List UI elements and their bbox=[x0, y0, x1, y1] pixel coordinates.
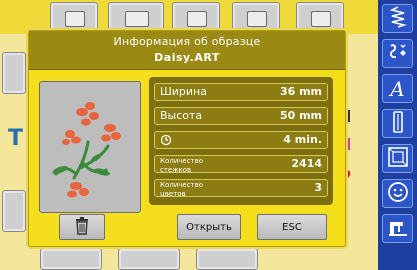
open-button[interactable]: Открыть bbox=[177, 214, 241, 240]
open-button-label: Открыть bbox=[186, 221, 232, 233]
clock-icon bbox=[160, 134, 172, 149]
bg-tile-left[interactable] bbox=[2, 52, 26, 94]
colors-value: 3 bbox=[314, 181, 322, 194]
bg-tile-bottom-3[interactable] bbox=[196, 248, 258, 270]
bg-letter: T bbox=[8, 126, 24, 151]
colors-label-line-1: Количество bbox=[160, 181, 204, 189]
trash-icon bbox=[74, 216, 90, 238]
width-value: 36 mm bbox=[279, 85, 322, 98]
right-sidebar: A bbox=[378, 0, 417, 270]
esc-button[interactable]: ESC bbox=[257, 214, 327, 240]
stitches-row: Количество стежков 2414 bbox=[154, 155, 328, 175]
time-value: 4 min. bbox=[283, 133, 322, 146]
esc-button-label: ESC bbox=[282, 221, 302, 233]
stitches-label-line-1: Количество bbox=[160, 157, 204, 165]
colors-row: Количество цветов 3 bbox=[154, 179, 328, 199]
letter-a-icon: A bbox=[390, 76, 405, 101]
width-label: Ширина bbox=[160, 85, 207, 98]
sidebar-machine-button[interactable] bbox=[382, 214, 413, 243]
sidebar-personal-button[interactable] bbox=[382, 179, 413, 208]
colors-label: Количество цветов bbox=[160, 181, 203, 199]
decorative-stitch-icon bbox=[387, 41, 409, 67]
stitches-label: Количество стежков bbox=[160, 157, 203, 175]
bg-tile-left-2[interactable] bbox=[2, 190, 26, 232]
smiley-face-icon bbox=[387, 181, 409, 207]
width-row: Ширина 36 mm bbox=[154, 83, 328, 101]
time-row: 4 min. bbox=[154, 131, 328, 149]
sidebar-buttonhole-button[interactable] bbox=[382, 109, 413, 138]
pattern-info-panel: Ширина 36 mm Высота 50 mm 4 min. Количес… bbox=[149, 77, 333, 205]
height-label: Высота bbox=[160, 109, 203, 122]
buttonhole-icon bbox=[392, 110, 404, 137]
stitches-value: 2414 bbox=[291, 157, 322, 170]
sidebar-stitch-button[interactable] bbox=[382, 4, 413, 33]
dialog-header: Информация об образце Daisy.ART bbox=[29, 31, 345, 70]
height-row: Высота 50 mm bbox=[154, 107, 328, 125]
pattern-info-dialog: Информация об образце Daisy.ART Ширина 3… bbox=[28, 30, 346, 247]
bg-tile-bottom-1[interactable] bbox=[40, 248, 102, 270]
flower-embroidery-image bbox=[52, 102, 121, 198]
bg-tile-bottom-2[interactable] bbox=[118, 248, 180, 270]
sidebar-embroidery-button[interactable] bbox=[382, 144, 413, 173]
height-value: 50 mm bbox=[279, 109, 322, 122]
delete-button[interactable] bbox=[59, 214, 105, 240]
sidebar-alphabet-button[interactable]: A bbox=[382, 74, 413, 103]
embroidery-hoop-icon bbox=[387, 146, 409, 172]
stitches-label-line-2: стежков bbox=[160, 166, 192, 174]
zigzag-stitch-icon bbox=[389, 5, 407, 32]
sidebar-decor-button[interactable] bbox=[382, 39, 413, 68]
sewing-machine-icon bbox=[387, 216, 409, 242]
pattern-preview bbox=[39, 81, 141, 213]
colors-label-line-2: цветов bbox=[160, 190, 186, 198]
dialog-title: Информация об образце bbox=[113, 35, 261, 48]
pattern-filename: Daisy.ART bbox=[154, 51, 220, 64]
